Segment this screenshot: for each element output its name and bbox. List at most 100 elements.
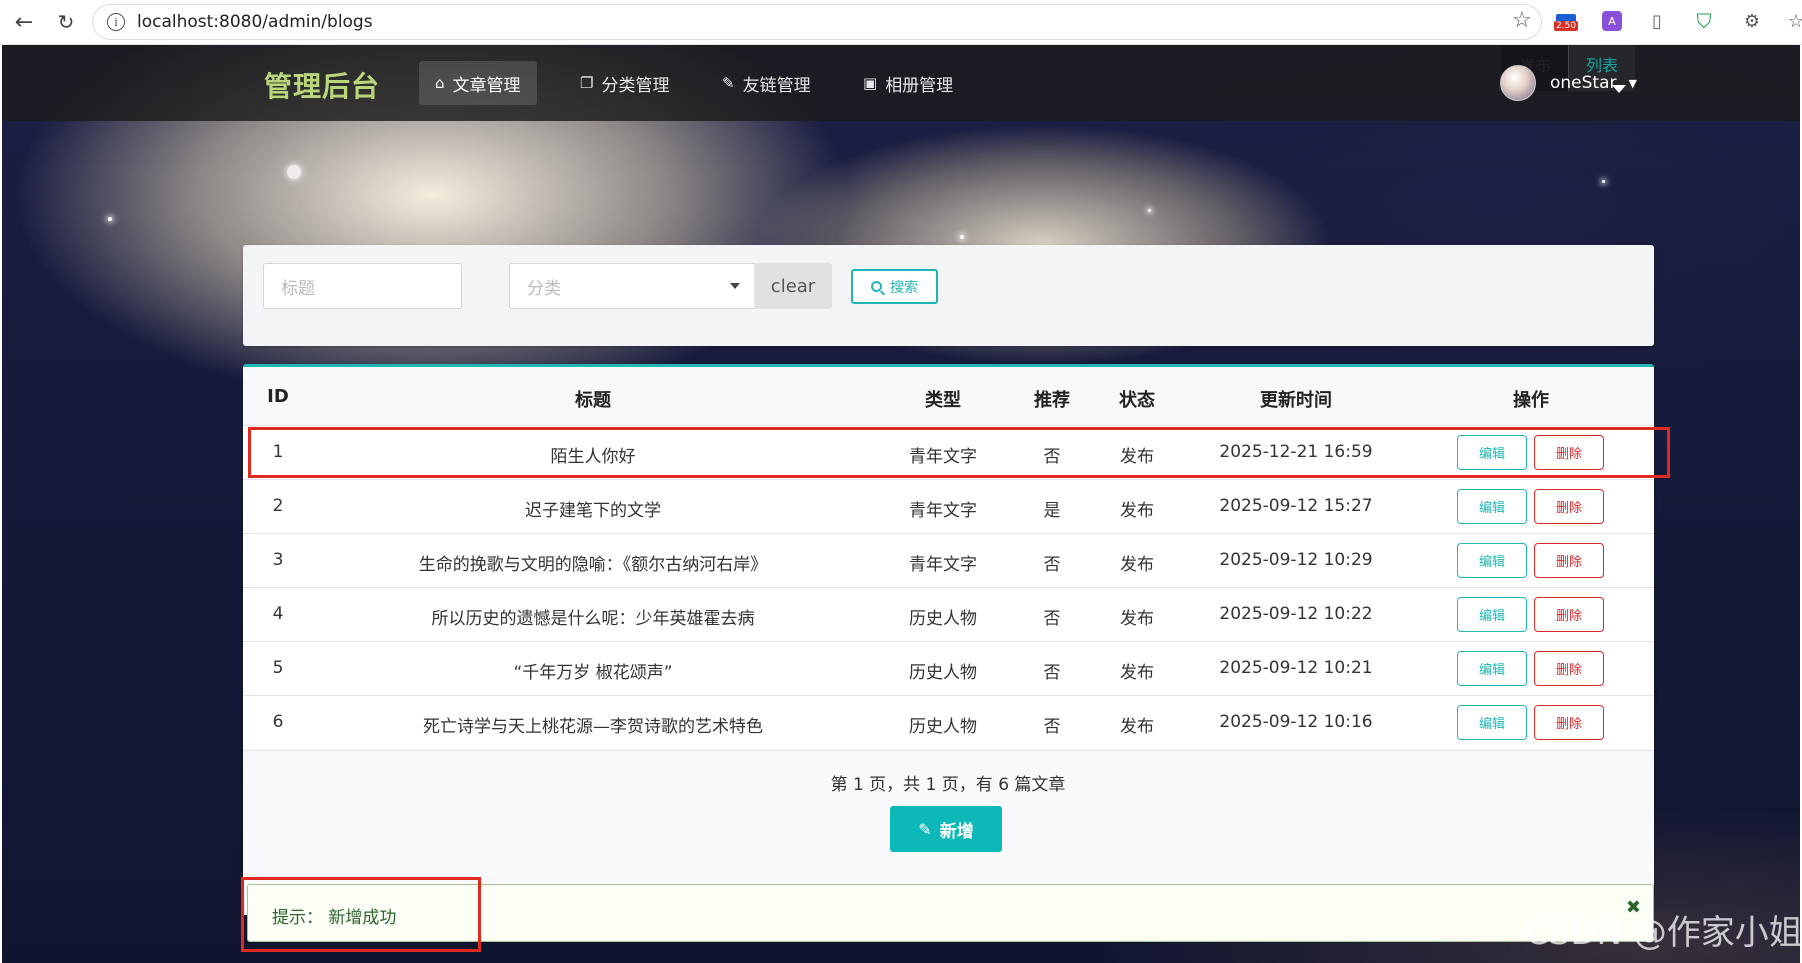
highlight-new-row	[248, 427, 1670, 478]
bookmark-star-icon[interactable]: ☆	[1512, 8, 1532, 33]
copy-icon: ❐	[580, 74, 594, 92]
title-input[interactable]: 标题	[263, 263, 462, 309]
highlight-message	[241, 877, 481, 952]
cell-recommend: 否	[1043, 717, 1061, 737]
table-row: 4 所以历史的遗憾是什么呢：少年英雄霍去病 历史人物 否 发布 2025-09-…	[243, 587, 1654, 641]
search-form: 标题 分类 clear 搜索	[243, 245, 1654, 346]
cell-status: 发布	[1120, 501, 1154, 521]
reload-icon[interactable]: ↻	[48, 4, 84, 40]
menu-item-label: 文章管理	[452, 75, 521, 96]
cell-recommend: 是	[1043, 501, 1061, 521]
delete-button[interactable]: 删除	[1534, 651, 1604, 686]
cell-status: 发布	[1120, 717, 1154, 737]
table-header: ID 标题 类型 推荐 状态 更新时间 操作	[243, 367, 1654, 425]
cell-recommend: 否	[1043, 609, 1061, 629]
shield-icon[interactable]: ⛉	[1692, 9, 1716, 33]
background-star	[287, 165, 301, 179]
edit-button[interactable]: 编辑	[1457, 597, 1527, 632]
edit-button[interactable]: 编辑	[1457, 705, 1527, 740]
table-row: 6 死亡诗学与天上桃花源—李贺诗歌的艺术特色 历史人物 否 发布 2025-09…	[243, 695, 1654, 749]
header-actions: 操作	[1513, 390, 1549, 411]
cell-status: 发布	[1120, 609, 1154, 629]
header-status: 状态	[1119, 390, 1155, 411]
chevron-down-icon: ▼	[1628, 76, 1637, 90]
url-text: localhost:8080/admin/blogs	[137, 12, 373, 32]
cell-type: 历史人物	[909, 717, 977, 737]
background-star	[1602, 180, 1605, 183]
cell-updated: 2025-09-12 10:29	[1219, 550, 1373, 570]
cell-type: 青年文字	[909, 555, 977, 575]
cell-title: 生命的挽歌与文明的隐喻：《额尔古纳河右岸》	[418, 555, 768, 575]
admin-app: 管理后台 ⌂ 文章管理 ❐ 分类管理 ✎ 友链管理 ▣ 相册管理 发布 列表 o…	[2, 45, 1800, 963]
cell-title: “千年万岁 椒花颂声”	[513, 663, 673, 683]
clear-button[interactable]: clear	[754, 263, 832, 309]
cell-status: 发布	[1120, 555, 1154, 575]
site-info-icon[interactable]: i	[107, 13, 125, 31]
avatar	[1500, 65, 1536, 101]
back-icon[interactable]: ←	[6, 4, 42, 40]
cell-recommend: 否	[1043, 663, 1061, 683]
address-bar[interactable]: i localhost:8080/admin/blogs	[92, 4, 1542, 40]
edit-button[interactable]: 编辑	[1457, 489, 1527, 524]
cell-id: 2	[272, 496, 284, 516]
title-placeholder: 标题	[281, 278, 315, 299]
puzzle-icon[interactable]: ⚙	[1740, 9, 1764, 33]
top-menu: 管理后台 ⌂ 文章管理 ❐ 分类管理 ✎ 友链管理 ▣ 相册管理 发布 列表 o…	[2, 45, 1800, 121]
cell-status: 发布	[1120, 663, 1154, 683]
table-row: 5 “千年万岁 椒花颂声” 历史人物 否 发布 2025-09-12 10:21…	[243, 641, 1654, 695]
watermark: CSDN @作家小姐	[1525, 913, 1802, 953]
table-row: 3 生命的挽歌与文明的隐喻：《额尔古纳河右岸》 青年文字 否 发布 2025-0…	[243, 533, 1654, 587]
cell-type: 历史人物	[909, 609, 977, 629]
cell-updated: 2025-09-12 10:22	[1219, 604, 1373, 624]
menu-item-categories[interactable]: ❐ 分类管理	[564, 61, 685, 105]
category-dropdown[interactable]: 分类	[509, 263, 755, 309]
background-star	[108, 217, 112, 221]
category-placeholder: 分类	[527, 278, 561, 299]
home-icon: ⌂	[435, 74, 445, 92]
edit-button[interactable]: 编辑	[1457, 651, 1527, 686]
delete-button[interactable]: 删除	[1534, 597, 1604, 632]
cell-id: 5	[272, 658, 284, 678]
edit-button[interactable]: 编辑	[1457, 543, 1527, 578]
user-menu[interactable]: oneStar ▼	[1500, 65, 1637, 101]
menu-item-albums[interactable]: ▣ 相册管理	[847, 61, 969, 105]
add-button[interactable]: ✎ 新增	[890, 806, 1002, 852]
user-name: oneStar	[1550, 73, 1617, 93]
delete-button[interactable]: 删除	[1534, 705, 1604, 740]
header-id: ID	[267, 386, 289, 407]
search-icon	[871, 281, 882, 292]
header-recommend: 推荐	[1034, 390, 1070, 411]
browser-toolbar: ← ↻ i localhost:8080/admin/blogs ☆ 2.50 …	[0, 0, 1802, 45]
cell-type: 历史人物	[909, 663, 977, 683]
add-button-label: 新增	[939, 821, 974, 842]
dropdown-caret-icon	[730, 283, 740, 289]
translate-icon[interactable]: A	[1602, 11, 1622, 31]
delete-button[interactable]: 删除	[1534, 543, 1604, 578]
background-star	[960, 235, 964, 239]
image-icon: ▣	[863, 74, 878, 92]
menu-item-articles[interactable]: ⌂ 文章管理	[419, 61, 537, 105]
extension-icon[interactable]: 2.50	[1554, 9, 1579, 33]
bookmark-icon[interactable]: ☆	[1784, 9, 1802, 33]
menu-item-label: 分类管理	[601, 75, 670, 96]
search-button[interactable]: 搜索	[851, 269, 938, 304]
cell-updated: 2025-09-12 10:21	[1219, 658, 1373, 678]
background-star	[1148, 209, 1151, 212]
header-title: 标题	[575, 390, 611, 411]
cell-updated: 2025-09-12 15:27	[1219, 496, 1373, 516]
delete-button[interactable]: 删除	[1534, 489, 1604, 524]
pencil-icon: ✎	[722, 74, 735, 92]
cell-type: 青年文字	[909, 501, 977, 521]
document-icon[interactable]: ▯	[1645, 9, 1669, 33]
cell-id: 6	[272, 712, 284, 732]
extension-badge: 2.50	[1554, 21, 1579, 31]
cell-updated: 2025-09-12 10:16	[1219, 712, 1373, 732]
page-info: 第 1 页，共 1 页，有 6 篇文章	[830, 775, 1066, 795]
cell-id: 4	[272, 604, 284, 624]
menu-item-label: 友链管理	[742, 75, 811, 96]
search-button-label: 搜索	[890, 279, 918, 296]
table-row: 2 迟子建笔下的文学 青年文字 是 发布 2025-09-12 15:27 编辑…	[243, 479, 1654, 533]
cell-title: 死亡诗学与天上桃花源—李贺诗歌的艺术特色	[423, 717, 763, 737]
cell-title: 迟子建笔下的文学	[525, 501, 661, 521]
menu-item-links[interactable]: ✎ 友链管理	[706, 61, 827, 105]
